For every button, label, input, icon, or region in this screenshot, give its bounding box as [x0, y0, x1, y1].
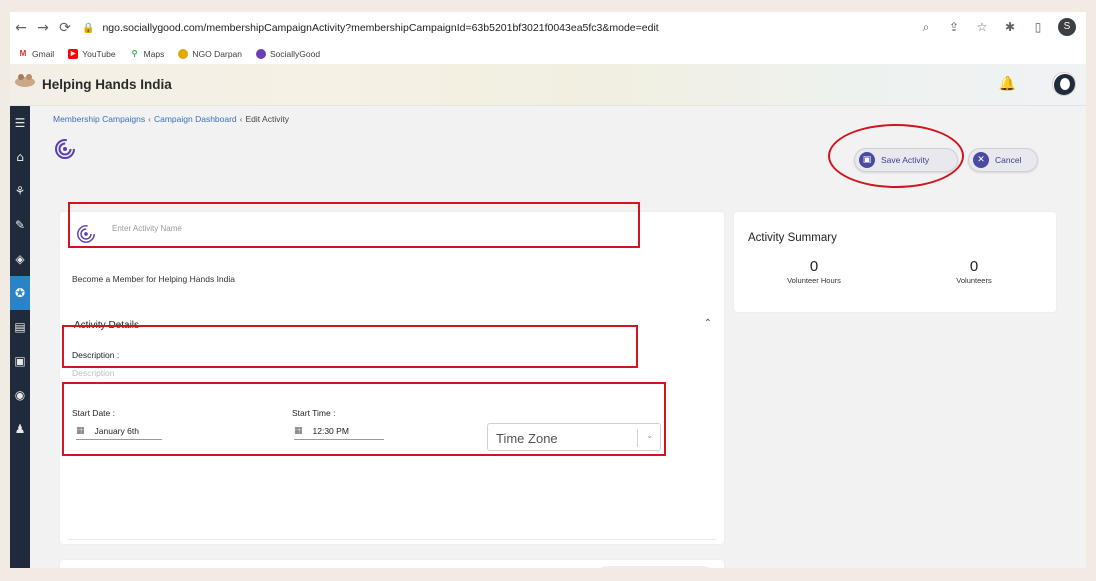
- bookmark-ngo-darpan[interactable]: NGO Darpan: [178, 49, 242, 59]
- volunteers-icon[interactable]: ⚘: [10, 174, 30, 208]
- profile-avatar[interactable]: S: [1058, 18, 1076, 36]
- user-avatar[interactable]: [1052, 72, 1076, 96]
- home-icon[interactable]: ⌂: [10, 140, 30, 174]
- zoom-icon[interactable]: ⌕: [918, 20, 934, 35]
- breadcrumb-current: Edit Activity: [245, 114, 289, 124]
- annotation-description: [62, 325, 638, 368]
- user-silhouette-icon: [1054, 74, 1075, 95]
- breadcrumb: Membership Campaigns ‹ Campaign Dashboard ‹…: [53, 114, 289, 124]
- org-logo-icon: [15, 74, 35, 87]
- reload-icon[interactable]: ⟳: [54, 20, 76, 36]
- sidebar: ☰ ⌂ ⚘ ✎ ◈ ✪ ▤ ▣ ◉ ♟: [10, 106, 30, 568]
- activity-summary-title: Activity Summary: [748, 232, 837, 244]
- annotation-activity-name: [68, 202, 640, 248]
- forward-icon[interactable]: →: [32, 20, 54, 36]
- assign-button[interactable]: [596, 566, 714, 568]
- campaign-logo-icon: [55, 139, 75, 159]
- breadcrumb-separator: ‹: [148, 114, 151, 124]
- bookmark-youtube[interactable]: ▶ YouTube: [68, 49, 116, 59]
- bookmark-maps[interactable]: ⚲ Maps: [129, 49, 164, 59]
- divider: [68, 539, 716, 540]
- app-header: Helping Hands India 🔔: [10, 64, 1086, 106]
- ngo-darpan-icon: [178, 49, 189, 59]
- bookmark-sociallygood[interactable]: SociallyGood: [256, 49, 320, 59]
- menu-icon[interactable]: ☰: [10, 106, 30, 140]
- browser-window: ← → ⟳ 🔒 ngo.sociallygood.com/membershipC…: [10, 12, 1086, 568]
- youtube-icon: ▶: [68, 49, 79, 59]
- sociallygood-icon: [256, 49, 267, 59]
- breadcrumb-campaign-dashboard[interactable]: Campaign Dashboard: [154, 114, 237, 124]
- breadcrumb-membership-campaigns[interactable]: Membership Campaigns: [53, 114, 145, 124]
- browser-toolbar: ← → ⟳ 🔒 ngo.sociallygood.com/membershipC…: [10, 12, 1086, 44]
- description-input[interactable]: Description: [72, 368, 115, 378]
- membership-icon[interactable]: ✪: [10, 276, 30, 310]
- volunteer-hours-stat: 0 Volunteer Hours: [787, 258, 841, 285]
- lock-icon: 🔒: [82, 22, 95, 34]
- campaigns-icon[interactable]: ✎: [10, 208, 30, 242]
- maps-icon: ⚲: [129, 49, 140, 59]
- bookmarks-bar: M Gmail ▶ YouTube ⚲ Maps NGO Darpan Soci…: [10, 44, 1086, 64]
- activity-tagline: Become a Member for Helping Hands India: [72, 274, 235, 284]
- next-section-card: [60, 560, 724, 568]
- ngo-icon[interactable]: ▣: [10, 344, 30, 378]
- bookmark-star-icon[interactable]: ☆: [974, 20, 990, 34]
- url-text: ngo.sociallygood.com/membershipCampaignA…: [102, 22, 659, 34]
- extensions-icon[interactable]: ✱: [1002, 20, 1018, 34]
- bookmark-gmail[interactable]: M Gmail: [18, 49, 54, 59]
- address-bar[interactable]: 🔒 ngo.sociallygood.com/membershipCampaig…: [82, 17, 962, 39]
- chevron-up-icon[interactable]: ⌃: [704, 318, 712, 329]
- close-icon: ✕: [973, 152, 989, 168]
- gmail-icon: M: [18, 49, 28, 59]
- sidepanel-icon[interactable]: ▯: [1030, 20, 1046, 34]
- annotation-save-button: [828, 124, 964, 188]
- activity-form-card: Enter Activity Name Become a Member for …: [60, 212, 724, 544]
- csr-icon[interactable]: ◉: [10, 378, 30, 412]
- back-icon[interactable]: ←: [10, 20, 32, 36]
- cancel-button[interactable]: ✕ Cancel: [968, 148, 1038, 172]
- browser-actions: ⌕ ⇪ ☆ ✱ ▯ S: [918, 18, 1076, 36]
- contacts-icon[interactable]: ▤: [10, 310, 30, 344]
- badge-icon[interactable]: ◈: [10, 242, 30, 276]
- org-name: Helping Hands India: [42, 77, 172, 92]
- activity-summary-card: Activity Summary 0 Volunteer Hours 0 Vol…: [734, 212, 1056, 312]
- bell-icon[interactable]: 🔔: [999, 76, 1016, 92]
- volunteers-stat: 0 Volunteers: [956, 258, 992, 285]
- annotation-date-time: [62, 382, 666, 456]
- users-icon[interactable]: ♟: [10, 412, 30, 446]
- share-icon[interactable]: ⇪: [946, 20, 962, 34]
- breadcrumb-separator: ‹: [239, 114, 243, 124]
